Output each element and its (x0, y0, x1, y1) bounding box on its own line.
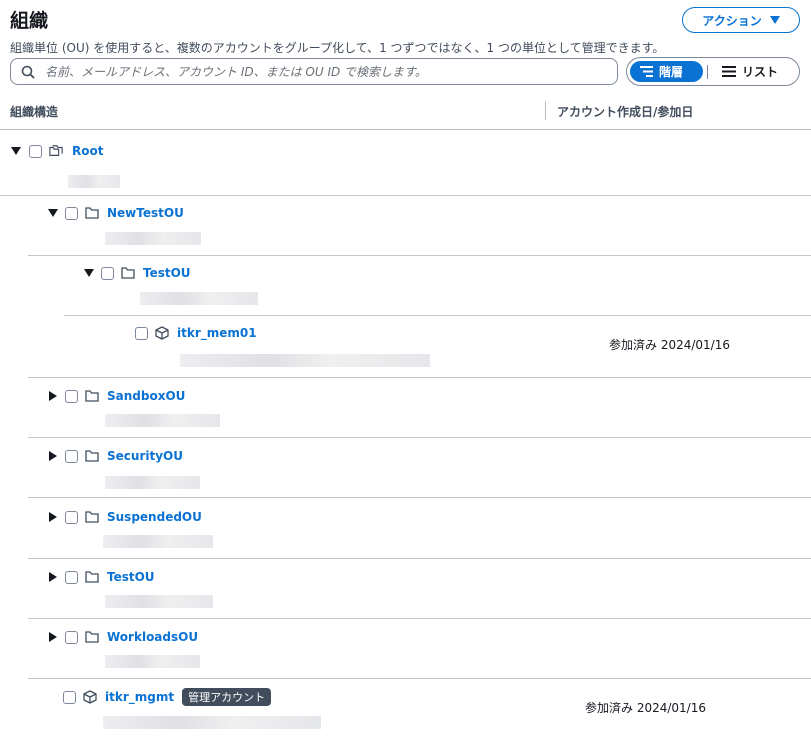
expand-caret-icon[interactable] (47, 511, 59, 523)
folder-icon (85, 510, 99, 524)
tree-row-sandboxou: SandboxOU (47, 389, 185, 403)
ou-link[interactable]: NewTestOU (107, 206, 184, 220)
row-checkbox[interactable] (63, 690, 76, 704)
expand-caret-icon[interactable] (47, 207, 59, 219)
management-account-badge: 管理アカウント (182, 688, 272, 706)
row-divider (28, 377, 811, 378)
ou-link[interactable]: WorkloadsOU (107, 630, 198, 644)
column-header-date[interactable]: アカウント作成日/参加日 (557, 103, 693, 120)
row-checkbox[interactable] (135, 326, 148, 340)
row-checkbox[interactable] (65, 510, 78, 524)
actions-button[interactable]: アクション (682, 7, 800, 33)
redacted-id (140, 292, 258, 305)
tree-row-securityou: SecurityOU (47, 449, 183, 463)
account-cube-icon (155, 326, 169, 340)
list-icon (722, 66, 736, 77)
expand-caret-icon[interactable] (83, 267, 95, 279)
account-cube-icon (83, 690, 97, 704)
row-divider (28, 618, 811, 619)
search-input[interactable] (43, 63, 607, 80)
ou-link[interactable]: TestOU (143, 266, 191, 280)
folder-icon (85, 389, 99, 403)
expand-caret-icon[interactable] (47, 450, 59, 462)
expand-caret-icon[interactable] (47, 571, 59, 583)
folder-icon (85, 570, 99, 584)
expand-caret-icon[interactable] (47, 631, 59, 643)
ou-link[interactable]: TestOU (107, 570, 155, 584)
row-divider (64, 315, 811, 316)
toggle-divider (707, 64, 708, 79)
redacted-id (105, 655, 200, 668)
actions-button-label: アクション (702, 13, 762, 28)
joined-date: 参加済み 2024/01/16 (585, 701, 706, 715)
ou-link[interactable]: SandboxOU (107, 389, 185, 403)
row-checkbox[interactable] (29, 144, 42, 158)
redacted-email (103, 716, 321, 729)
folder-icon (121, 266, 135, 280)
tree-row-testou: TestOU (47, 570, 155, 584)
row-checkbox[interactable] (65, 449, 78, 463)
row-checkbox[interactable] (65, 206, 78, 220)
tree-row-workloadsou: WorkloadsOU (47, 630, 198, 644)
redacted-id (105, 476, 200, 489)
tree-row-root: Root (10, 144, 103, 158)
row-divider (28, 558, 811, 559)
expand-caret-icon[interactable] (10, 145, 22, 157)
expand-caret-icon[interactable] (47, 390, 59, 402)
row-checkbox[interactable] (101, 266, 114, 280)
folder-icon (85, 630, 99, 644)
row-divider (0, 195, 811, 196)
caret-down-icon (769, 16, 780, 24)
row-divider (28, 497, 811, 498)
tree-row-newtestou: NewTestOU (47, 206, 184, 220)
account-link[interactable]: itkr_mgmt (105, 690, 174, 704)
search-bar (10, 58, 618, 85)
tree-row-suspendedou: SuspendedOU (47, 510, 202, 524)
header-divider (0, 129, 811, 130)
hierarchy-view-button[interactable]: 階層 (630, 61, 703, 82)
view-toggle: 階層 リスト (626, 57, 800, 86)
row-checkbox[interactable] (65, 389, 78, 403)
redacted-id (105, 595, 213, 608)
row-divider (28, 437, 811, 438)
column-separator[interactable] (545, 101, 546, 120)
hierarchy-view-label: 階層 (659, 65, 684, 79)
folder-icon (85, 449, 99, 463)
root-link[interactable]: Root (72, 144, 103, 158)
row-divider (28, 678, 811, 679)
list-view-label: リスト (742, 65, 779, 79)
hierarchy-icon (640, 66, 653, 77)
folder-icon (85, 206, 99, 220)
row-checkbox[interactable] (65, 630, 78, 644)
column-header-structure[interactable]: 組織構造 (10, 103, 58, 120)
ou-link[interactable]: SuspendedOU (107, 510, 202, 524)
ou-link[interactable]: SecurityOU (107, 449, 183, 463)
redacted-id (105, 232, 201, 245)
redacted-id (105, 414, 220, 427)
tree-row-itkr-mem01: itkr_mem01 (135, 326, 257, 340)
tree-row-itkr-mgmt: itkr_mgmt 管理アカウント (63, 688, 272, 706)
row-divider (28, 255, 811, 256)
page-description: 組織単位 (OU) を使用すると、複数のアカウントをグループ化して、1 つずつで… (10, 41, 665, 55)
tree-row-testou-nested: TestOU (83, 266, 191, 280)
page-title: 組織 (10, 10, 49, 32)
redacted-email (180, 354, 430, 367)
account-link[interactable]: itkr_mem01 (177, 326, 257, 340)
root-icon (49, 144, 63, 158)
search-icon (21, 65, 35, 79)
row-checkbox[interactable] (65, 570, 78, 584)
redacted-id (103, 535, 213, 548)
list-view-button[interactable]: リスト (712, 61, 788, 82)
redacted-id (68, 175, 120, 188)
joined-date: 参加済み 2024/01/16 (609, 338, 730, 352)
